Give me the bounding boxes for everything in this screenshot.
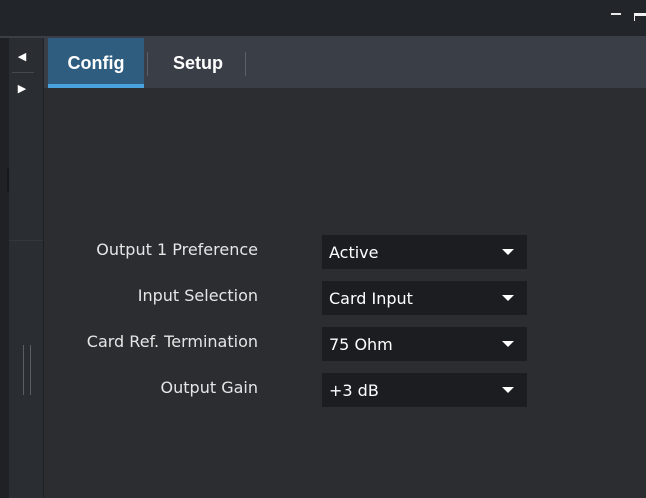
chevron-down-icon [502, 387, 514, 393]
output-gain-select[interactable]: +3 dB [322, 373, 527, 407]
input-selection-value: Card Input [329, 289, 413, 308]
chevron-down-icon [502, 249, 514, 255]
output-1-preference-select[interactable]: Active [322, 235, 527, 269]
card-ref-termination-select[interactable]: 75 Ohm [322, 327, 527, 361]
chevron-right-icon[interactable]: ▶ [10, 79, 34, 97]
tab-setup[interactable]: Setup [152, 38, 244, 88]
output-1-preference-value: Active [329, 243, 379, 262]
tab-divider [245, 52, 246, 76]
chevron-left-icon[interactable]: ◀ [10, 47, 34, 65]
app-window: ◀ ▶ Config Setup Output 1 Preference Act… [0, 0, 646, 498]
input-selection-select[interactable]: Card Input [322, 281, 527, 315]
chevron-down-icon [502, 295, 514, 301]
nav-divider [12, 72, 34, 73]
tab-config-label: Config [67, 52, 125, 73]
tab-setup-label: Setup [172, 52, 223, 73]
config-panel: Output 1 Preference Active Input Selecti… [44, 88, 646, 498]
maximize-icon[interactable] [634, 13, 646, 21]
side-rail [9, 38, 44, 498]
output-gain-label: Output Gain [160, 378, 258, 397]
resize-grip-icon[interactable] [23, 345, 31, 395]
output-gain-value: +3 dB [329, 381, 379, 400]
tab-bar: Config Setup [44, 38, 646, 88]
output-1-preference-label: Output 1 Preference [96, 240, 258, 259]
tab-config[interactable]: Config [48, 38, 144, 88]
chevron-down-icon [502, 341, 514, 347]
tab-divider [147, 52, 148, 76]
minimize-icon[interactable] [611, 13, 621, 15]
input-selection-label: Input Selection [137, 286, 258, 305]
card-ref-termination-label: Card Ref. Termination [86, 332, 258, 351]
left-gutter [0, 38, 9, 498]
rail-divider [9, 240, 43, 241]
title-bar [0, 0, 646, 38]
card-ref-termination-value: 75 Ohm [329, 335, 393, 354]
